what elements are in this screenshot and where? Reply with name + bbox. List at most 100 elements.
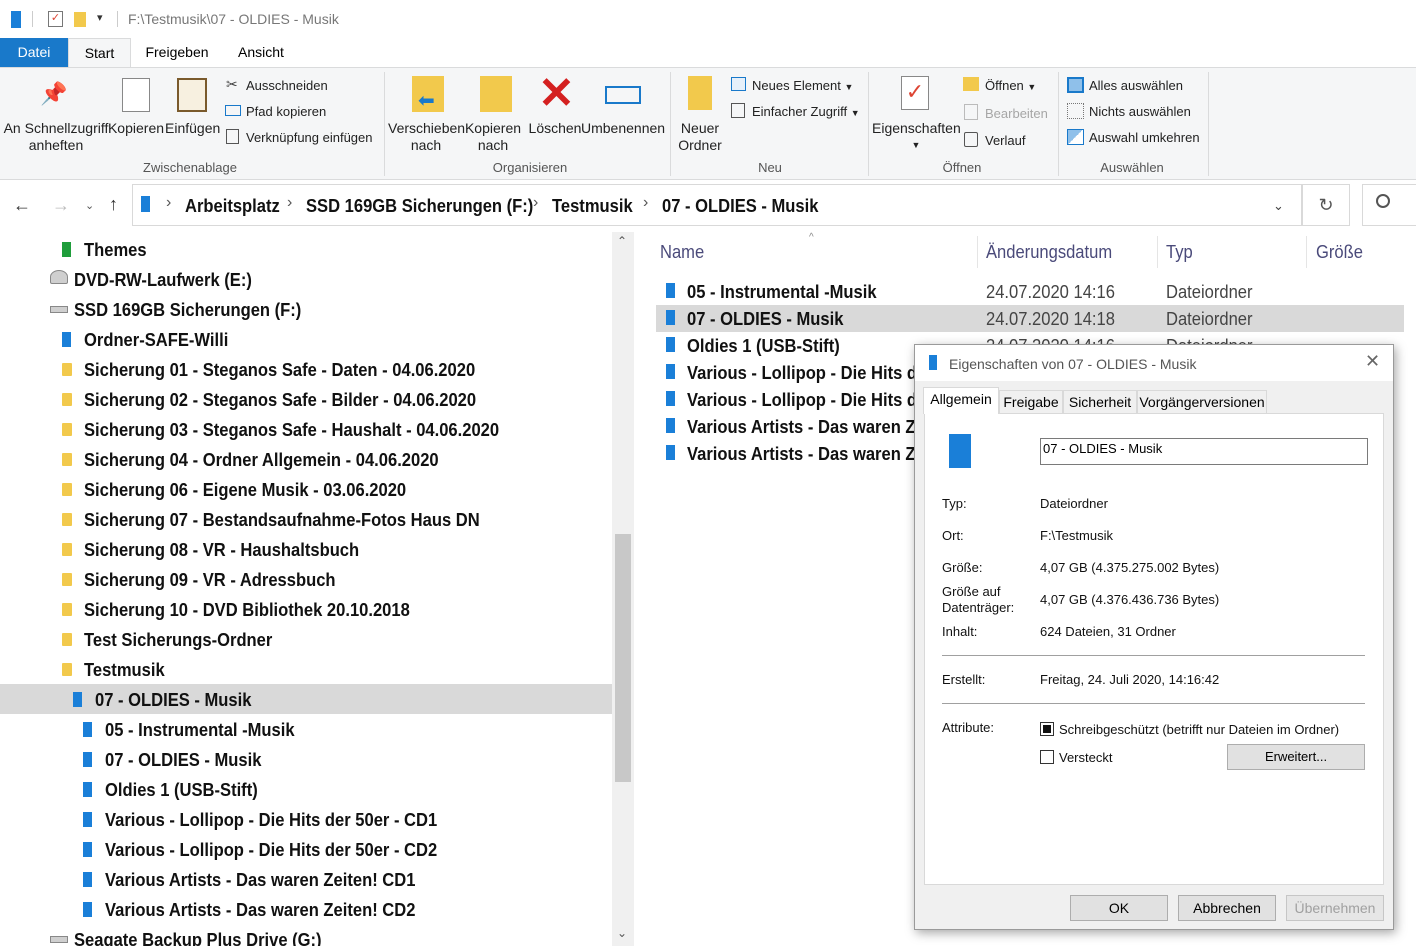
file-row[interactable]: 07 - OLDIES - Musik 24.07.2020 14:18 Datei… [656, 305, 1404, 332]
folder-green-icon [62, 242, 71, 257]
tree-item[interactable]: Themes [0, 234, 612, 264]
tree-item[interactable]: Test Sicherungs-Ordner [0, 624, 612, 654]
readonly-label: Schreibgeschützt (betrifft nur Dateien i… [1059, 722, 1340, 737]
tab-allgemein[interactable]: Allgemein [923, 387, 999, 414]
up-icon[interactable]: ↑ [109, 194, 118, 215]
breadcrumb-item[interactable]: Arbeitsplatz [185, 196, 280, 217]
invert-selection-button[interactable]: Auswahl umkehren [1089, 130, 1200, 145]
easy-access-button[interactable]: Einfacher Zugriff ▼ [752, 104, 860, 119]
paste-button[interactable]: Einfügen [165, 120, 220, 137]
tree-item[interactable]: Various Artists - Das waren Zeiten! CD2 [0, 894, 612, 924]
cancel-button[interactable]: Abbrechen [1178, 895, 1276, 921]
readonly-checkbox[interactable] [1040, 722, 1054, 736]
folder-blue-icon [666, 310, 675, 325]
forward-icon[interactable]: → [52, 195, 70, 216]
tree-item[interactable]: Oldies 1 (USB-Stift) [0, 774, 612, 804]
refresh-icon[interactable]: ↻ [1302, 184, 1350, 226]
column-header-name[interactable]: Name [660, 242, 704, 263]
drive-icon [50, 936, 68, 943]
tree-item-label: Various - Lollipop - Die Hits der 50er -… [105, 810, 438, 830]
title-separator [117, 11, 118, 27]
properties-button[interactable]: Eigenschaften ▼ [872, 120, 961, 154]
tree-item[interactable]: Various Artists - Das waren Zeiten! CD1 [0, 864, 612, 894]
select-all-button[interactable]: Alles auswählen [1089, 78, 1183, 93]
tab-ansicht[interactable]: Ansicht [226, 38, 296, 67]
tab-sicherheit[interactable]: Sicherheit [1063, 390, 1137, 414]
tree-item[interactable]: Ordner-SAFE-Willi [0, 324, 612, 354]
delete-button[interactable]: Löschen [527, 120, 583, 137]
advanced-button[interactable]: Erweitert... [1227, 744, 1365, 770]
folder-name-input[interactable]: 07 - OLDIES - Musik [1040, 438, 1368, 465]
tree-item-label: Test Sicherungs-Ordner [84, 630, 273, 650]
tree-item[interactable]: Various - Lollipop - Die Hits der 50er -… [0, 834, 612, 864]
folder-large-icon [949, 434, 971, 468]
recent-locations-icon[interactable]: ⌄ [85, 199, 94, 212]
paste-shortcut-icon [226, 129, 239, 144]
breadcrumb-item[interactable]: 07 - OLDIES - Musik [662, 196, 818, 217]
ok-button[interactable]: OK [1070, 895, 1168, 921]
breadcrumb-item[interactable]: Testmusik [552, 196, 633, 217]
tree-item[interactable]: Sicherung 07 - Bestandsaufnahme-Fotos Ha… [0, 504, 612, 534]
tab-start[interactable]: Start [68, 38, 131, 68]
tree-item[interactable]: Sicherung 09 - VR - Adressbuch [0, 564, 612, 594]
cut-button[interactable]: Ausschneiden [246, 78, 328, 93]
paste-shortcut-button[interactable]: Verknüpfung einfügen [246, 130, 373, 145]
hidden-checkbox[interactable] [1040, 750, 1054, 764]
search-box[interactable] [1362, 184, 1416, 226]
tree-item[interactable]: Testmusik [0, 654, 612, 684]
properties-qat-icon[interactable]: ✓ [48, 11, 63, 27]
breadcrumb-item[interactable]: SSD 169GB Sicherungen (F:) [306, 196, 533, 217]
new-item-button[interactable]: Neues Element ▼ [752, 78, 853, 93]
copy-to-button[interactable]: Kopieren nach [462, 120, 524, 154]
tree-item[interactable]: Various - Lollipop - Die Hits der 50er -… [0, 804, 612, 834]
scroll-thumb[interactable] [615, 534, 631, 782]
scroll-up-icon[interactable]: ⌃ [617, 234, 627, 248]
tree-item[interactable]: 05 - Instrumental -Musik [0, 714, 612, 744]
file-date: 24.07.2020 14:18 [986, 309, 1115, 329]
tree-item[interactable]: Sicherung 04 - Ordner Allgemein - 04.06.… [0, 444, 612, 474]
close-icon[interactable]: ✕ [1365, 351, 1380, 372]
copy-button[interactable]: Kopieren [106, 120, 166, 137]
search-icon[interactable] [1376, 194, 1390, 208]
rename-button[interactable]: Umbenennen [581, 120, 665, 137]
pin-quick-access-button[interactable]: An Schnellzugriff anheften [2, 120, 110, 154]
qat-dropdown-icon[interactable]: ▾ [97, 11, 103, 24]
nav-scrollbar[interactable]: ⌃ ⌄ [612, 232, 634, 946]
column-header-size[interactable]: Größe [1316, 242, 1363, 263]
edit-button[interactable]: Bearbeiten [985, 106, 1048, 121]
apply-button[interactable]: Übernehmen [1286, 895, 1384, 921]
address-dropdown-icon[interactable]: ⌄ [1273, 198, 1284, 214]
tree-item[interactable]: Seagate Backup Plus Drive (G:) [0, 924, 612, 946]
new-folder-qat-icon[interactable] [74, 12, 86, 27]
folder-yellow-icon [62, 633, 72, 646]
tab-datei[interactable]: Datei [0, 38, 68, 67]
column-header-type[interactable]: Typ [1166, 242, 1193, 263]
copy-icon [122, 78, 150, 112]
scroll-down-icon[interactable]: ⌄ [617, 926, 627, 940]
tree-item[interactable]: Sicherung 03 - Steganos Safe - Haushalt … [0, 414, 612, 444]
copy-to-label-1: Kopieren [464, 120, 522, 136]
folder-blue-icon [83, 872, 92, 887]
back-icon[interactable]: ← [13, 195, 31, 216]
tree-item[interactable]: 07 - OLDIES - Musik [0, 744, 612, 774]
tree-item[interactable]: 07 - OLDIES - Musik [0, 684, 612, 714]
column-header-date[interactable]: Änderungsdatum [986, 242, 1112, 263]
tab-vorgaengerversionen[interactable]: Vorgängerversionen [1137, 390, 1267, 414]
move-to-button[interactable]: Verschieben nach [388, 120, 465, 154]
open-button[interactable]: Öffnen ▼ [985, 78, 1036, 93]
tree-item[interactable]: Sicherung 01 - Steganos Safe - Daten - 0… [0, 354, 612, 384]
select-none-button[interactable]: Nichts auswählen [1089, 104, 1191, 119]
new-folder-button[interactable]: Neuer Ordner [674, 120, 726, 154]
tree-item[interactable]: Sicherung 02 - Steganos Safe - Bilder - … [0, 384, 612, 414]
copy-path-button[interactable]: Pfad kopieren [246, 104, 326, 119]
tab-freigeben[interactable]: Freigeben [136, 38, 218, 67]
folder-yellow-icon [62, 603, 72, 616]
tree-item[interactable]: SSD 169GB Sicherungen (F:) [0, 294, 612, 324]
tree-item[interactable]: Sicherung 10 - DVD Bibliothek 20.10.2018 [0, 594, 612, 624]
tree-item[interactable]: DVD-RW-Laufwerk (E:) [0, 264, 612, 294]
history-button[interactable]: Verlauf [985, 133, 1025, 148]
tab-freigabe[interactable]: Freigabe [999, 390, 1063, 414]
file-row[interactable]: 05 - Instrumental -Musik 24.07.2020 14:16… [656, 278, 1404, 305]
tree-item[interactable]: Sicherung 06 - Eigene Musik - 03.06.2020 [0, 474, 612, 504]
tree-item[interactable]: Sicherung 08 - VR - Haushaltsbuch [0, 534, 612, 564]
